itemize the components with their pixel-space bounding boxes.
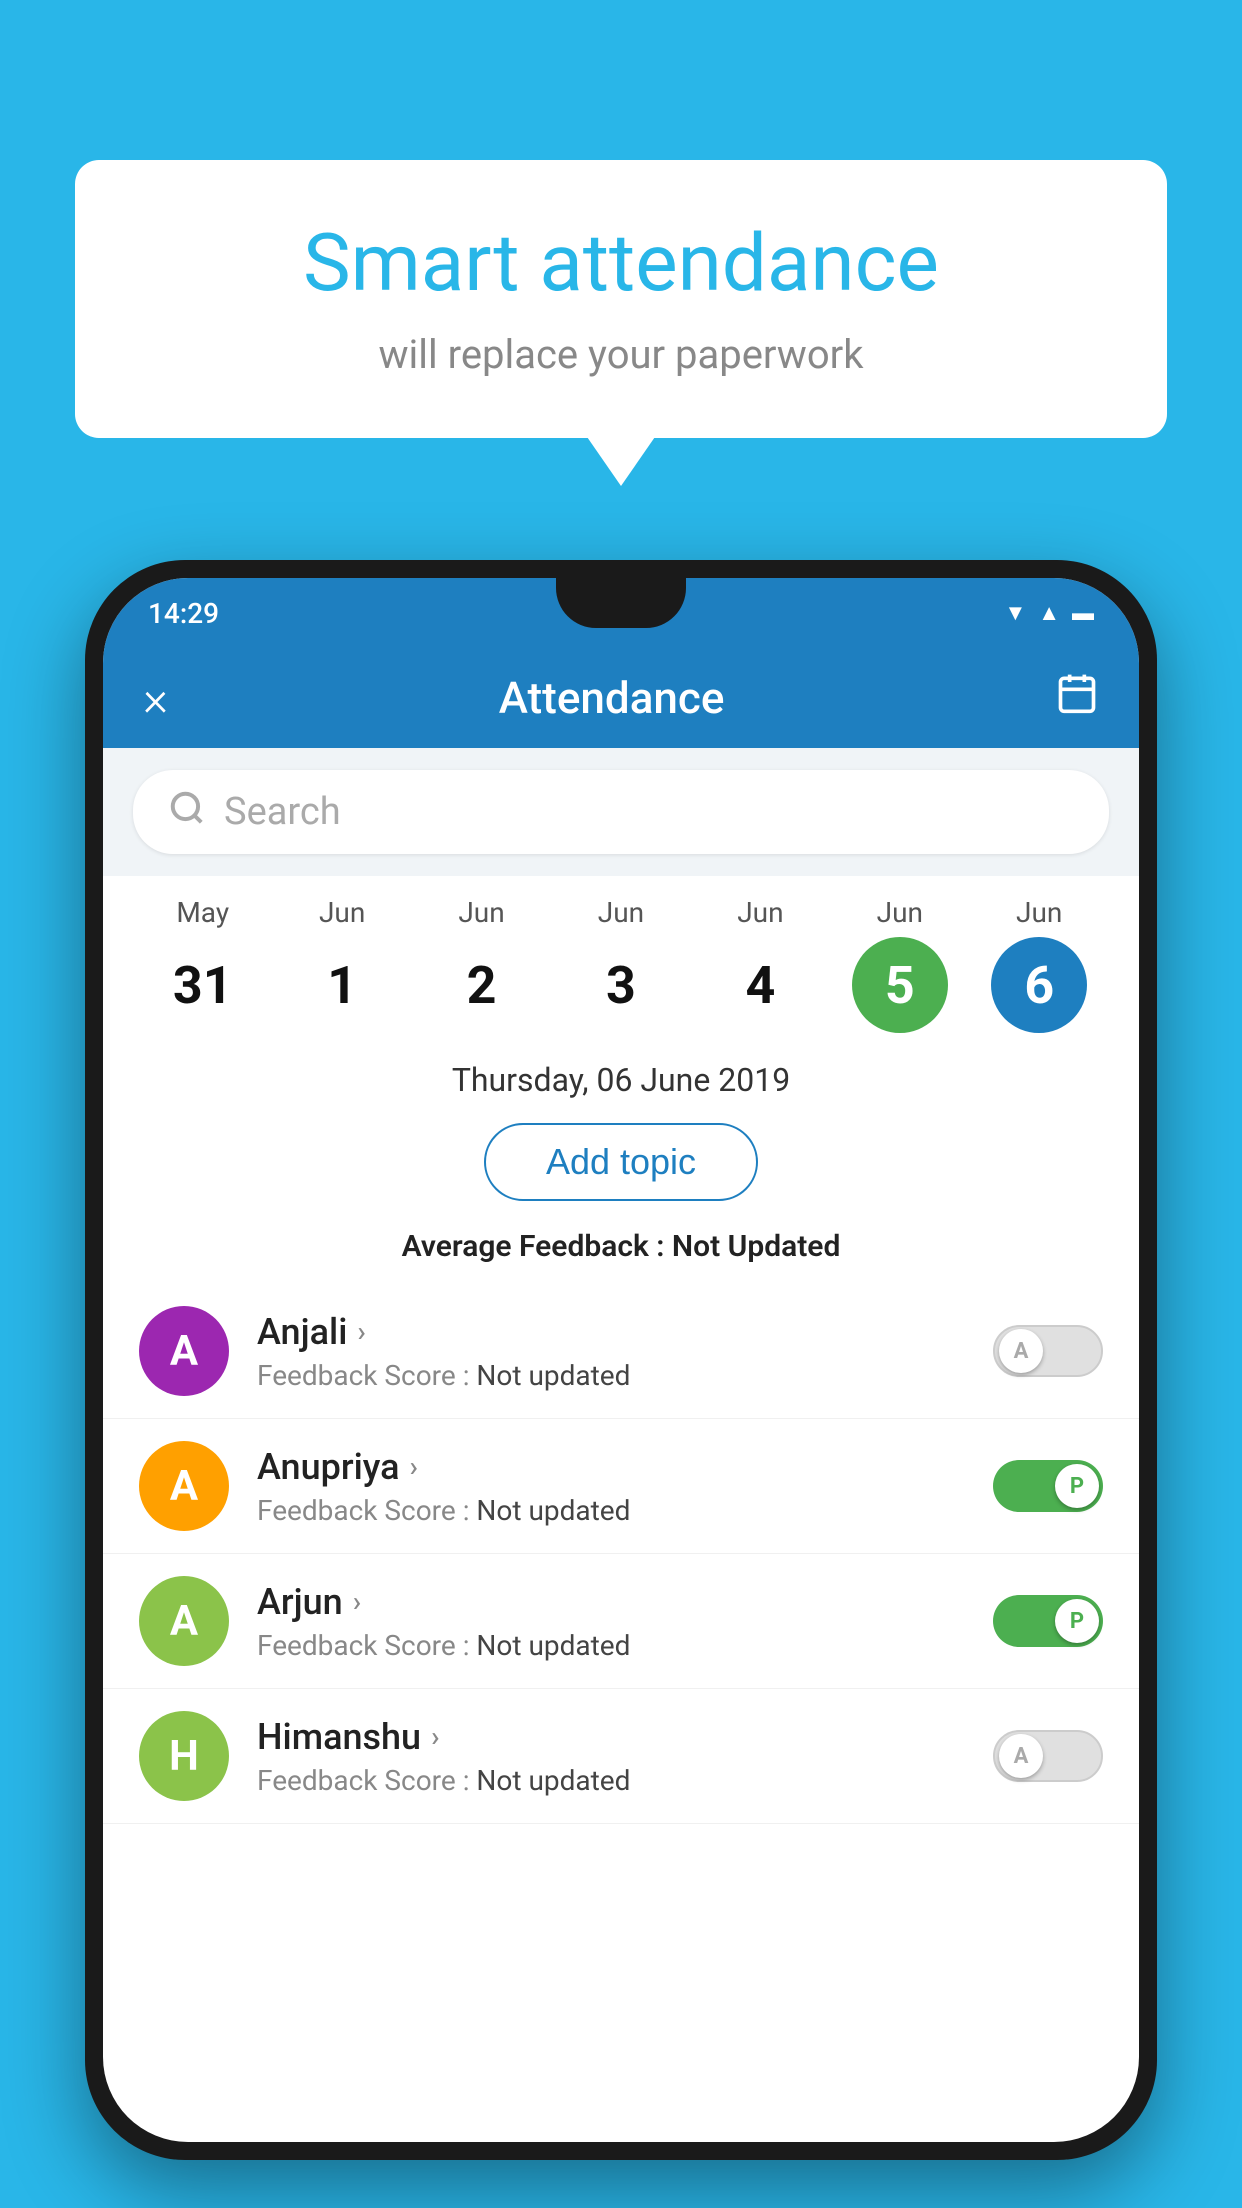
search-bar[interactable]: Search <box>133 770 1109 854</box>
chevron-icon: › <box>410 1450 418 1483</box>
phone-frame: 14:29 ▼ ▲ ▬ × Attendance <box>85 560 1157 2160</box>
avatar: A <box>139 1306 229 1396</box>
battery-icon: ▬ <box>1072 600 1094 626</box>
chevron-icon: › <box>431 1720 439 1753</box>
status-time: 14:29 <box>148 597 219 630</box>
student-name: Arjun › <box>257 1581 965 1623</box>
feedback-score: Feedback Score : Not updated <box>257 1359 965 1392</box>
search-container: Search <box>103 748 1139 876</box>
day-month-label: May <box>176 896 229 929</box>
calendar-day-0[interactable]: May 31 <box>155 896 251 1033</box>
attendance-toggle[interactable]: P <box>993 1460 1103 1512</box>
calendar-day-5[interactable]: Jun 5 <box>852 896 948 1033</box>
phone-screen: 14:29 ▼ ▲ ▬ × Attendance <box>103 578 1139 2142</box>
calendar-day-2[interactable]: Jun 2 <box>434 896 530 1033</box>
day-month-label: Jun <box>319 896 365 929</box>
student-item[interactable]: H Himanshu › Feedback Score : Not updated A <box>103 1689 1139 1824</box>
search-placeholder: Search <box>224 790 341 834</box>
notch <box>556 578 686 628</box>
status-icons: ▼ ▲ ▬ <box>1004 600 1094 626</box>
app-header: × Attendance <box>103 648 1139 748</box>
calendar-day-3[interactable]: Jun 3 <box>573 896 669 1033</box>
student-item[interactable]: A Anjali › Feedback Score : Not updated A <box>103 1284 1139 1419</box>
student-name: Himanshu › <box>257 1716 965 1758</box>
status-bar: 14:29 ▼ ▲ ▬ <box>103 578 1139 648</box>
student-info: Anupriya › Feedback Score : Not updated <box>257 1446 965 1527</box>
feedback-score: Feedback Score : Not updated <box>257 1764 965 1797</box>
bubble-title: Smart attendance <box>135 215 1107 311</box>
bubble-subtitle: will replace your paperwork <box>135 331 1107 378</box>
avg-feedback-value: Not Updated <box>672 1229 840 1264</box>
selected-date-label: Thursday, 06 June 2019 <box>103 1043 1139 1109</box>
chevron-icon: › <box>353 1585 361 1618</box>
avatar: H <box>139 1711 229 1801</box>
avatar: A <box>139 1576 229 1666</box>
student-info: Himanshu › Feedback Score : Not updated <box>257 1716 965 1797</box>
student-list: AAnjali ›Feedback Score : Not updatedAAA… <box>103 1284 1139 1824</box>
close-button[interactable]: × <box>143 670 168 727</box>
day-month-label: Jun <box>877 896 923 929</box>
chevron-icon: › <box>357 1315 365 1348</box>
avg-feedback-label: Average Feedback : <box>402 1229 672 1264</box>
wifi-icon: ▼ <box>1004 600 1026 626</box>
day-number[interactable]: 1 <box>294 937 390 1033</box>
avatar: A <box>139 1441 229 1531</box>
calendar-strip: May 31 Jun 1 Jun 2 Jun 3 Jun 4 Jun 5 Jun 6 <box>103 876 1139 1043</box>
student-info: Anjali › Feedback Score : Not updated <box>257 1311 965 1392</box>
student-info: Arjun › Feedback Score : Not updated <box>257 1581 965 1662</box>
phone-wrapper: 14:29 ▼ ▲ ▬ × Attendance <box>85 560 1157 2208</box>
calendar-day-4[interactable]: Jun 4 <box>712 896 808 1033</box>
speech-bubble: Smart attendance will replace your paper… <box>75 160 1167 438</box>
day-number[interactable]: 6 <box>991 937 1087 1033</box>
student-name: Anupriya › <box>257 1446 965 1488</box>
day-number[interactable]: 3 <box>573 937 669 1033</box>
attendance-toggle[interactable]: P <box>993 1595 1103 1647</box>
day-number[interactable]: 5 <box>852 937 948 1033</box>
average-feedback: Average Feedback : Not Updated <box>103 1221 1139 1284</box>
day-month-label: Jun <box>598 896 644 929</box>
day-month-label: Jun <box>1016 896 1062 929</box>
search-icon <box>168 789 206 836</box>
student-name: Anjali › <box>257 1311 965 1353</box>
feedback-score: Feedback Score : Not updated <box>257 1494 965 1527</box>
day-number[interactable]: 4 <box>712 937 808 1033</box>
add-topic-button[interactable]: Add topic <box>484 1123 758 1201</box>
attendance-toggle[interactable]: A <box>993 1325 1103 1377</box>
day-number[interactable]: 2 <box>434 937 530 1033</box>
day-number[interactable]: 31 <box>155 937 251 1033</box>
add-topic-container: Add topic <box>103 1109 1139 1221</box>
signal-icon: ▲ <box>1038 600 1060 626</box>
header-title: Attendance <box>499 672 725 724</box>
calendar-day-6[interactable]: Jun 6 <box>991 896 1087 1033</box>
attendance-toggle[interactable]: A <box>993 1730 1103 1782</box>
day-month-label: Jun <box>737 896 783 929</box>
student-item[interactable]: A Arjun › Feedback Score : Not updated P <box>103 1554 1139 1689</box>
feedback-score: Feedback Score : Not updated <box>257 1629 965 1662</box>
day-month-label: Jun <box>458 896 504 929</box>
student-item[interactable]: A Anupriya › Feedback Score : Not updated P <box>103 1419 1139 1554</box>
calendar-icon[interactable] <box>1055 671 1099 725</box>
calendar-day-1[interactable]: Jun 1 <box>294 896 390 1033</box>
